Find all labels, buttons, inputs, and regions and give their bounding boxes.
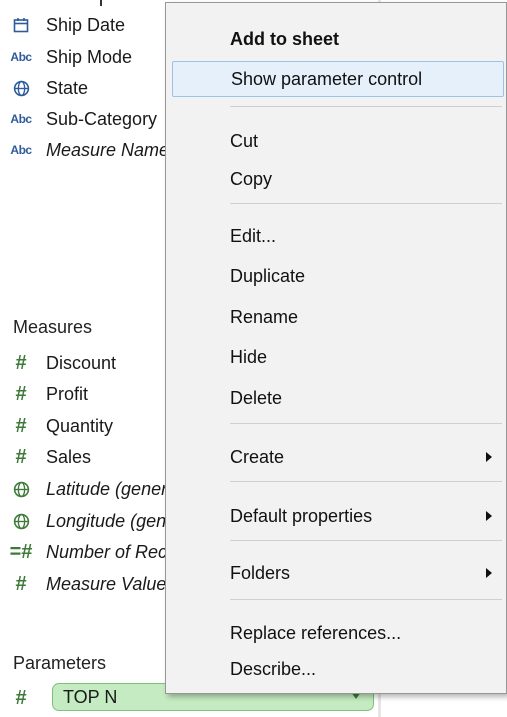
menu-item-label: Default properties xyxy=(230,505,373,526)
menu-item-rename[interactable]: Rename xyxy=(172,299,504,335)
menu-item-hide[interactable]: Hide xyxy=(172,339,504,375)
hash-icon: # xyxy=(15,414,27,437)
parameter-label: TOP N xyxy=(63,686,118,707)
field-label: Discount xyxy=(46,352,117,373)
submenu-arrow-icon xyxy=(486,511,492,521)
hash-icon: # xyxy=(15,572,27,595)
field-label: Sub-Category xyxy=(46,108,158,129)
menu-separator xyxy=(230,540,502,541)
field-label: Measure Names xyxy=(46,139,179,160)
menu-item-default-properties[interactable]: Default properties xyxy=(172,498,504,534)
globe-icon xyxy=(0,506,42,536)
measures-section-title: Measures xyxy=(13,317,93,337)
calc-hash-icon: =# xyxy=(9,540,33,563)
hash-icon: # xyxy=(15,445,27,468)
menu-item-describe[interactable]: Describe... xyxy=(172,651,504,687)
field-label: Profit xyxy=(46,383,89,404)
menu-item-replace-references[interactable]: Replace references... xyxy=(172,615,504,651)
menu-separator xyxy=(230,481,502,482)
menu-item-folders[interactable]: Folders xyxy=(172,555,504,591)
abc-string-icon: Abc xyxy=(10,143,32,157)
menu-item-edit[interactable]: Edit... xyxy=(172,218,504,254)
field-label: Measure Values xyxy=(46,573,176,594)
menu-item-add-to-sheet[interactable]: Add to sheet xyxy=(172,21,504,57)
globe-icon xyxy=(0,73,42,103)
field-label: Quantity xyxy=(46,415,114,436)
submenu-arrow-icon xyxy=(486,452,492,462)
field-label: Ship Date xyxy=(46,14,126,35)
menu-item-duplicate[interactable]: Duplicate xyxy=(172,258,504,294)
menu-item-label: Folders xyxy=(230,562,291,583)
field-label: Ship Mode xyxy=(46,46,133,67)
partial-field-marker xyxy=(100,0,102,6)
menu-item-create[interactable]: Create xyxy=(172,439,504,475)
parameter-icon-cell: # xyxy=(0,683,52,713)
globe-icon xyxy=(0,474,42,504)
field-label: State xyxy=(46,77,89,98)
abc-string-icon: Abc xyxy=(10,112,32,126)
menu-item-show-parameter-control[interactable]: Show parameter control xyxy=(172,61,504,97)
abc-string-icon: Abc xyxy=(10,50,32,64)
menu-separator xyxy=(230,203,502,204)
submenu-arrow-icon xyxy=(486,568,492,578)
parameters-section-title: Parameters xyxy=(13,653,107,673)
calendar-icon xyxy=(0,10,42,40)
menu-item-delete[interactable]: Delete xyxy=(172,380,504,416)
menu-item-label: Create xyxy=(230,446,285,467)
hash-icon: # xyxy=(15,351,27,374)
hash-icon: # xyxy=(15,686,27,709)
menu-item-cut[interactable]: Cut xyxy=(172,123,504,159)
menu-item-copy[interactable]: Copy xyxy=(172,161,504,197)
field-label: Sales xyxy=(46,446,92,467)
menu-separator xyxy=(230,106,502,107)
menu-separator xyxy=(230,599,502,600)
context-menu: Add to sheet Show parameter control Cut … xyxy=(165,2,507,694)
hash-icon: # xyxy=(15,382,27,405)
menu-separator xyxy=(230,423,502,424)
